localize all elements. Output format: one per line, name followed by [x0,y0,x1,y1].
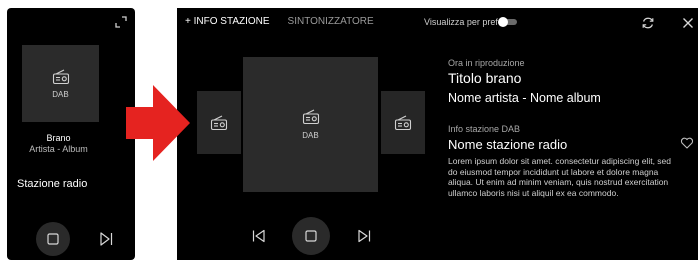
tab-tuner[interactable]: SINTONIZZATORE [288,16,374,27]
mini-player: DAB Brano Artista - Album Stazione radio [7,8,135,260]
now-playing-panel: Ora in riproduzione Titolo brano Nome ar… [448,58,688,105]
radio-icon [210,115,228,130]
refresh-icon [642,17,654,29]
mini-song-artist-album: Artista - Album [29,144,88,154]
song-title: Titolo brano [448,70,522,86]
prev-station-tile[interactable] [197,91,241,154]
artist-album: Nome artista - Nome album [448,91,601,105]
tab-bar: + INFO STAZIONE SINTONIZZATORE [185,16,374,27]
stop-icon [47,233,59,245]
show-favorites-toggle[interactable] [497,17,517,27]
close-button[interactable] [677,12,698,34]
radio-icon [394,115,412,130]
station-name: Nome stazione radio [448,137,568,152]
heart-icon[interactable] [680,136,694,150]
mini-tile-label: DAB [52,89,69,99]
mini-station-name: Stazione radio [17,178,88,190]
current-station-tile[interactable]: DAB [243,57,378,192]
main-player: + INFO STAZIONE SINTONIZZATORE Visualizz… [177,8,698,260]
station-info-panel: Info stazione DAB Nome stazione radio Lo… [448,124,688,198]
skip-next-icon[interactable] [356,228,372,244]
mini-stop-button[interactable] [36,222,70,256]
radio-icon [302,109,319,125]
stop-button[interactable] [292,217,330,255]
current-tile-label: DAB [302,131,319,140]
tab-station-info[interactable]: + INFO STAZIONE [185,16,270,27]
station-info-heading: Info stazione DAB [448,124,521,134]
now-playing-heading: Ora in riproduzione [448,58,525,68]
skip-previous-icon[interactable] [251,228,267,244]
toggle-knob [497,17,508,27]
show-favorites: Visualizza per prefer [424,17,517,27]
show-favorites-label: Visualizza per prefer [424,17,506,27]
expand-icon[interactable] [113,14,129,30]
mini-station-artwork: DAB [22,45,99,122]
skip-next-icon[interactable] [97,230,115,248]
next-station-tile[interactable] [381,91,425,154]
stop-icon [305,230,317,242]
mini-song-title: Brano [46,133,71,143]
arrow-right-icon [126,85,190,161]
station-description: Lorem ipsum dolor sit amet. consectetur … [448,156,671,198]
radio-icon [52,69,69,84]
refresh-button[interactable] [637,12,659,34]
close-icon [683,18,693,28]
